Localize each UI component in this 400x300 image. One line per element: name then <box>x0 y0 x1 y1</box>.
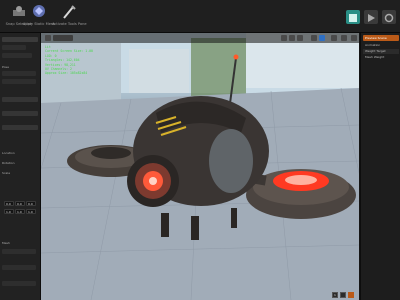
view-mode-dropdown[interactable] <box>53 35 73 41</box>
section-header-2[interactable] <box>2 111 38 116</box>
apply-static-mesh-button[interactable]: Apply Static Mesh <box>22 2 56 30</box>
activate-tools-pane-button[interactable]: Activate Tools Pane <box>52 2 87 30</box>
filter-row[interactable] <box>2 53 32 58</box>
mesh-label: Mesh <box>2 241 10 245</box>
viewport[interactable]: Lit Current Screen Size: 1.00 LOD: 0 Tri… <box>41 33 359 300</box>
view-chip[interactable]: 1 <box>332 292 338 298</box>
scale-x-field[interactable]: 1.0 <box>4 209 14 214</box>
translate-icon[interactable] <box>281 35 287 41</box>
tree-shape <box>191 38 246 96</box>
right-item-weight-target[interactable]: Weight Target <box>363 49 399 54</box>
snap-toggle-icon[interactable] <box>319 35 325 41</box>
right-item-animation[interactable]: Animation <box>363 43 399 48</box>
z-field[interactable]: 0.0 <box>26 201 36 206</box>
details-panel: Pose Location Rotation Scale 0.0 0.0 0.0… <box>0 33 41 300</box>
play-icon <box>368 14 375 22</box>
grid-snap-icon[interactable] <box>311 35 317 41</box>
maximize-icon[interactable] <box>351 35 357 41</box>
main-toolbar: Snap Selection Apply Static Mesh Activat… <box>0 0 400 33</box>
tools-icon <box>63 5 76 19</box>
rotate-icon[interactable] <box>289 35 295 41</box>
toolbar-right-group <box>340 0 400 32</box>
material-row[interactable] <box>2 265 36 270</box>
settings-icon <box>384 13 394 23</box>
angle-snap-icon[interactable] <box>331 35 337 41</box>
mesh-icon <box>33 5 45 17</box>
scale-z-field[interactable]: 1.0 <box>26 209 36 214</box>
pose-row-2[interactable] <box>2 79 36 84</box>
viewport-bottom-controls: 1 <box>330 292 358 299</box>
apply-static-mesh-label: Apply Static Mesh <box>22 22 56 26</box>
right-item-mesh-weight[interactable]: Mesh Weight <box>363 55 399 60</box>
play-button[interactable] <box>364 10 378 24</box>
stat-line-7: Approx Size: 105x82x84 <box>45 71 88 76</box>
activate-tools-pane-label: Activate Tools Pane <box>52 22 87 26</box>
section-header[interactable] <box>2 97 38 102</box>
material-row-2[interactable] <box>2 281 36 286</box>
preview-scene-panel: Preview Scene Animation Weight Target Me… <box>360 33 400 300</box>
section-header-3[interactable] <box>2 125 38 130</box>
y-field[interactable]: 0.0 <box>15 201 25 206</box>
pose-label: Pose <box>2 65 9 69</box>
camera-chip[interactable] <box>340 292 346 298</box>
x-field[interactable]: 0.0 <box>4 201 14 206</box>
record-chip[interactable] <box>348 292 354 298</box>
preview-button[interactable] <box>346 10 360 24</box>
search-bar[interactable] <box>2 45 26 50</box>
mesh-row[interactable] <box>2 249 36 254</box>
tab-preview-scene[interactable]: Preview Scene <box>363 35 399 41</box>
settings-button[interactable] <box>382 10 396 24</box>
scale-y-field[interactable]: 1.0 <box>15 209 25 214</box>
location-label: Location <box>2 151 15 155</box>
scale-label: Scale <box>2 171 11 175</box>
viewport-stats: Lit Current Screen Size: 1.00 LOD: 0 Tri… <box>45 45 125 76</box>
camera-speed-icon[interactable] <box>341 35 347 41</box>
scale-icon[interactable] <box>297 35 303 41</box>
side-hatch <box>209 129 253 193</box>
pose-row[interactable] <box>2 71 36 76</box>
details-header <box>2 37 38 42</box>
rotation-label: Rotation <box>2 161 15 165</box>
preview-icon <box>349 14 357 22</box>
viewport-toolbar <box>41 33 359 43</box>
menu-icon[interactable] <box>45 35 51 41</box>
